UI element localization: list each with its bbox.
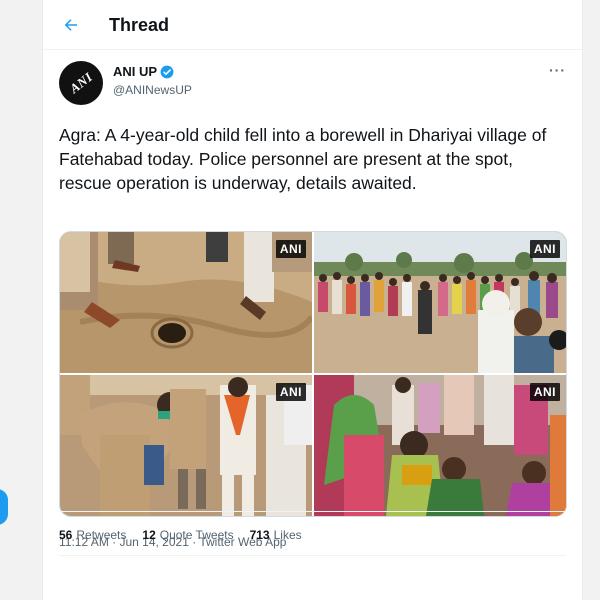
likes-stat[interactable]: 713 Likes — [250, 528, 302, 542]
more-options-icon[interactable]: ··· — [549, 62, 566, 78]
thread-header: Thread — [43, 0, 582, 50]
tweet-image-2[interactable]: ANI — [314, 232, 566, 373]
back-button[interactable] — [57, 11, 85, 39]
tweet-image-4[interactable]: ANI — [314, 375, 566, 516]
retweets-count: 56 — [59, 528, 73, 542]
retweets-label: Retweets — [76, 528, 127, 542]
ani-logo: ANI — [66, 69, 96, 97]
crowd-photo — [314, 232, 566, 373]
borewell-photo — [60, 232, 312, 373]
tweet-image-1[interactable]: ANI — [60, 232, 312, 373]
divider — [59, 555, 566, 556]
media-grid: ANI ANI ANI ANI — [59, 231, 567, 517]
image-watermark: ANI — [529, 383, 560, 401]
verified-badge-icon — [160, 65, 174, 78]
retweets-stat[interactable]: 56 Retweets — [59, 528, 126, 542]
likes-count: 713 — [249, 528, 270, 542]
likes-label: Likes — [273, 528, 302, 542]
author-name[interactable]: ANI UP — [113, 64, 174, 79]
tweet-text: Agra: A 4-year-old child fell into a bor… — [59, 125, 547, 193]
quote-tweets-label: Quote Tweets — [159, 528, 234, 542]
image-watermark: ANI — [275, 240, 306, 258]
tweet-stats: 56 Retweets 12 Quote Tweets 713 Likes — [59, 528, 302, 542]
police-photo — [60, 375, 312, 516]
quote-tweets-count: 12 — [142, 528, 156, 542]
arrow-left-icon — [64, 19, 77, 31]
image-watermark: ANI — [275, 383, 306, 401]
divider — [59, 511, 566, 512]
compose-tweet-button[interactable] — [0, 489, 8, 525]
thread-column: Thread ANI ANI UP @ANINewsUP ··· Agra: A… — [42, 0, 583, 600]
avatar[interactable]: ANI — [59, 61, 103, 105]
author-handle[interactable]: @ANINewsUP — [113, 83, 192, 97]
quote-tweets-stat[interactable]: 12 Quote Tweets — [142, 528, 233, 542]
page-background: Thread ANI ANI UP @ANINewsUP ··· Agra: A… — [0, 0, 600, 600]
women-photo — [314, 375, 566, 516]
tweet-image-3[interactable]: ANI — [60, 375, 312, 516]
image-watermark: ANI — [529, 240, 560, 258]
page-title: Thread — [109, 15, 170, 35]
author-name-text: ANI UP — [113, 64, 158, 79]
